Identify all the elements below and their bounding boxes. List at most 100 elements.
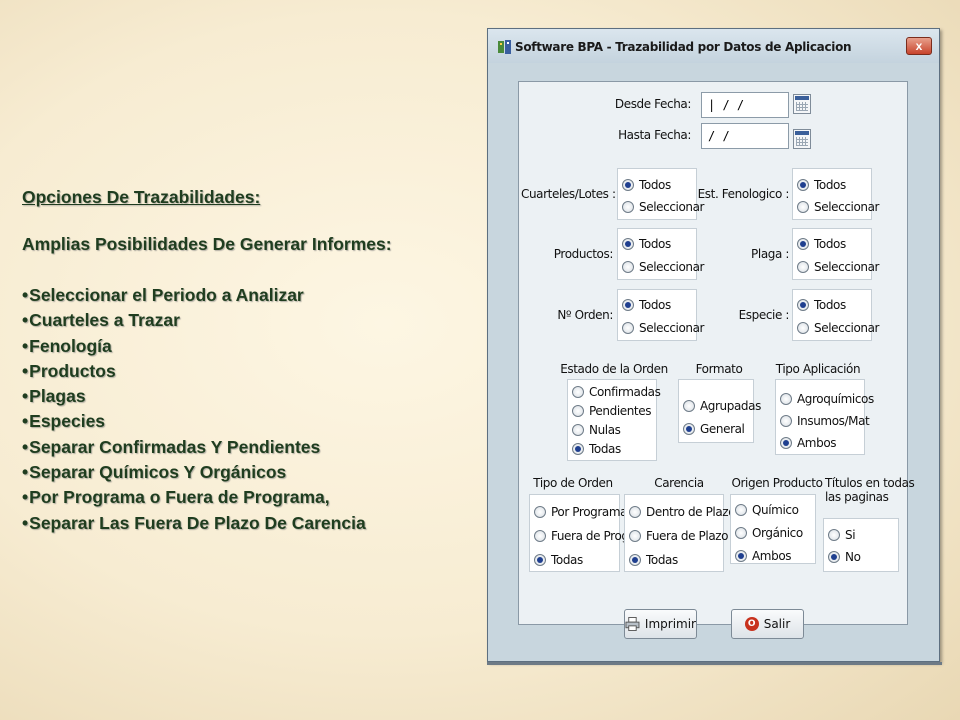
slide-subtitle: Amplias Posibilidades De Generar Informe… — [22, 234, 392, 254]
carencia-dentro-radio[interactable]: Dentro de Plazo — [629, 502, 736, 522]
est-fenologico-label: Est. Fenologico : — [697, 187, 790, 201]
titulos-title: Títulos en todas las paginas — [825, 476, 915, 504]
especie-label: Especie : — [738, 308, 790, 322]
estado-pendientes-radio[interactable]: Pendientes — [572, 401, 651, 421]
especie-options: Todos Seleccionar — [792, 289, 879, 341]
radio-icon — [828, 529, 840, 541]
plaga-options: Todos Seleccionar — [792, 228, 879, 280]
origen-quimico-radio[interactable]: Químico — [735, 500, 799, 520]
tipo-orden-options: Por Programa Fuera de Prog Todas — [529, 494, 629, 572]
estado-confirmadas-radio[interactable]: Confirmadas — [572, 382, 661, 402]
radio-icon — [629, 506, 641, 518]
radio-icon — [735, 504, 747, 516]
slide-title: Opciones De Trazabilidades: — [22, 187, 261, 207]
trazabilidad-window: Software BPA - Trazabilidad por Datos de… — [487, 28, 940, 662]
carencia-todas-radio[interactable]: Todas — [629, 550, 678, 570]
desde-fecha-input[interactable]: | / / — [701, 92, 789, 118]
tipo-aplicacion-options: Agroquímicos Insumos/Mat Ambos — [775, 379, 874, 455]
formato-options: Agrupadas General — [678, 379, 761, 443]
orden-todas-radio[interactable]: Todas — [534, 550, 583, 570]
radio-icon — [534, 530, 546, 542]
radio-icon — [572, 386, 584, 398]
radio-icon — [797, 322, 809, 334]
radio-selected-icon — [828, 551, 840, 563]
cuarteles-seleccionar-radio[interactable]: Seleccionar — [622, 197, 704, 217]
tipo-agroquimicos-radio[interactable]: Agroquímicos — [780, 389, 874, 409]
radio-icon — [534, 506, 546, 518]
titulos-no-radio[interactable]: No — [828, 547, 861, 567]
radio-icon — [683, 400, 695, 412]
list-item: •Especies — [22, 411, 106, 432]
desde-fecha-label: Desde Fecha: — [614, 97, 692, 111]
radio-selected-icon — [622, 299, 634, 311]
especie-todos-radio[interactable]: Todos — [797, 295, 846, 315]
origen-producto-options: Químico Orgánico Ambos — [730, 494, 816, 564]
bullet-list: •Seleccionar el Periodo a Analizar •Cuar… — [22, 283, 482, 536]
norden-options: Todos Seleccionar — [617, 289, 704, 341]
radio-icon — [572, 424, 584, 436]
radio-selected-icon — [683, 423, 695, 435]
tipo-insumos-radio[interactable]: Insumos/Mat — [780, 411, 870, 431]
estado-todas-radio[interactable]: Todas — [572, 439, 621, 459]
radio-icon — [622, 322, 634, 334]
radio-icon — [735, 527, 747, 539]
carencia-fuera-radio[interactable]: Fuera de Plazo — [629, 526, 729, 546]
printer-icon — [625, 617, 640, 631]
list-item: •Separar Las Fuera De Plazo De Carencia — [22, 512, 366, 533]
exit-icon: O — [744, 617, 759, 631]
close-button[interactable]: x — [906, 37, 932, 55]
plaga-seleccionar-radio[interactable]: Seleccionar — [797, 257, 879, 277]
radio-selected-icon — [797, 299, 809, 311]
orden-fuera-prog-radio[interactable]: Fuera de Prog — [534, 526, 629, 546]
radio-icon — [797, 201, 809, 213]
fenologico-seleccionar-radio[interactable]: Seleccionar — [797, 197, 879, 217]
tipo-ambos-radio[interactable]: Ambos — [780, 433, 837, 453]
list-item: •Fenología — [22, 335, 112, 356]
norden-todos-radio[interactable]: Todos — [622, 295, 671, 315]
cuarteles-options: Todos Seleccionar — [617, 168, 704, 220]
desde-calendar-icon[interactable] — [793, 94, 811, 114]
radio-icon — [780, 415, 792, 427]
radio-selected-icon — [622, 179, 634, 191]
estado-nulas-radio[interactable]: Nulas — [572, 420, 621, 440]
app-icon — [498, 40, 511, 54]
radio-selected-icon — [622, 238, 634, 250]
close-icon: x — [915, 39, 923, 53]
fenologico-todos-radio[interactable]: Todos — [797, 175, 846, 195]
norden-seleccionar-radio[interactable]: Seleccionar — [622, 318, 704, 338]
especie-seleccionar-radio[interactable]: Seleccionar — [797, 318, 879, 338]
radio-selected-icon — [534, 554, 546, 566]
radio-selected-icon — [735, 550, 747, 562]
orden-por-programa-radio[interactable]: Por Programa — [534, 502, 627, 522]
plaga-todos-radio[interactable]: Todos — [797, 234, 846, 254]
est-fenologico-options: Todos Seleccionar — [792, 168, 879, 220]
list-item: •Separar Confirmadas Y Pendientes — [22, 436, 321, 457]
productos-seleccionar-radio[interactable]: Seleccionar — [622, 257, 704, 277]
radio-selected-icon — [572, 443, 584, 455]
hasta-fecha-input[interactable]: / / — [701, 123, 789, 149]
norden-label: Nº Orden: — [557, 308, 613, 322]
radio-icon — [629, 530, 641, 542]
estado-orden-options: Confirmadas Pendientes Nulas Todas — [567, 379, 661, 461]
origen-organico-radio[interactable]: Orgánico — [735, 523, 803, 543]
formato-general-radio[interactable]: General — [683, 419, 745, 439]
radio-icon — [622, 201, 634, 213]
titulos-si-radio[interactable]: Si — [828, 525, 856, 545]
imprimir-button[interactable]: Imprimir — [624, 609, 697, 639]
productos-options: Todos Seleccionar — [617, 228, 704, 280]
hasta-calendar-icon[interactable] — [793, 129, 811, 149]
formato-title: Formato — [695, 362, 743, 376]
origen-producto-title: Origen Producto — [731, 476, 823, 490]
salir-button[interactable]: O Salir — [731, 609, 804, 639]
list-item: •Por Programa o Fuera de Programa, — [22, 487, 330, 508]
formato-agrupadas-radio[interactable]: Agrupadas — [683, 396, 761, 416]
cuarteles-todos-radio[interactable]: Todos — [622, 175, 671, 195]
salir-label: Salir — [763, 617, 791, 631]
list-item: •Cuarteles a Trazar — [22, 310, 180, 331]
window-titlebar[interactable]: Software BPA - Trazabilidad por Datos de… — [488, 29, 939, 63]
productos-todos-radio[interactable]: Todos — [622, 234, 671, 254]
radio-selected-icon — [629, 554, 641, 566]
form-panel: Desde Fecha: | / / Hasta Fecha: / / Cuar… — [518, 81, 915, 625]
hasta-fecha-label: Hasta Fecha: — [618, 128, 691, 142]
origen-ambos-radio[interactable]: Ambos — [735, 546, 792, 566]
